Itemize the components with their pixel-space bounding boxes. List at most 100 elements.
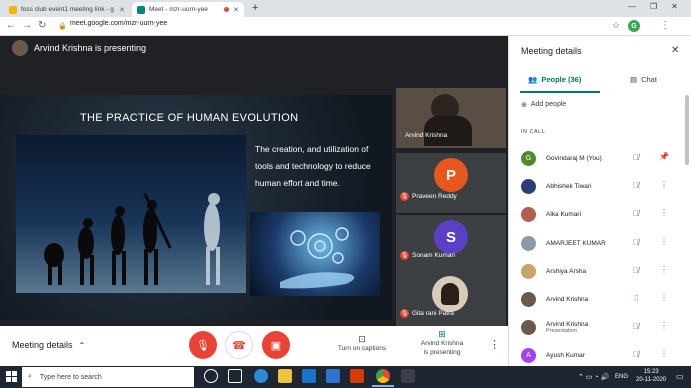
tile-name: 🎙 Sonam Kumari [400, 251, 455, 260]
store-icon[interactable] [302, 369, 316, 383]
mic-off-icon: 🎙 [196, 339, 210, 352]
search-icon: ⌕ [28, 373, 32, 380]
scrollbar[interactable] [685, 95, 689, 165]
captions-icon: ⊡ [358, 334, 366, 344]
mic-off-icon: 🎙̸ [633, 266, 639, 275]
mic-off-icon: 🎙̸ [633, 209, 639, 218]
lock-icon: 🔒 [58, 23, 67, 30]
hang-up-icon: ☎ [232, 339, 246, 352]
url-field[interactable]: meet.google.com/mzr-uurn-yee [70, 20, 167, 27]
mail-icon[interactable] [326, 369, 340, 383]
more-vert-icon[interactable]: ⋮ [660, 208, 668, 217]
close-panel-icon[interactable]: ✕ [671, 45, 679, 56]
language-indicator[interactable]: ENG [615, 374, 628, 380]
close-window-icon[interactable]: ✕ [671, 2, 678, 11]
participant-tile[interactable] [396, 274, 506, 334]
participant-tile[interactable]: P [396, 153, 506, 213]
minimize-icon[interactable]: — [628, 2, 636, 11]
avatar [521, 291, 536, 307]
tile-name: 🎙 Praveen Reddy [400, 192, 457, 201]
mic-toggle-button[interactable]: 🎙 [189, 331, 217, 359]
more-vert-icon[interactable]: ⋮ [660, 293, 668, 302]
add-person-icon: ⊕ [521, 102, 527, 109]
participant-video-body [424, 116, 472, 146]
file-explorer-icon[interactable] [278, 369, 292, 383]
mic-off-icon: 🎙̸ [633, 322, 639, 331]
taskbar-search-box[interactable]: ⌕ Type here to search [22, 367, 194, 387]
tab-chat[interactable]: ▤ Chat [630, 75, 657, 84]
reload-icon[interactable]: ↻ [38, 20, 46, 31]
people-icon: 👥 [528, 75, 538, 84]
list-item[interactable]: AMARJEET KUMAR [516, 230, 684, 256]
browser-tab-bar: foss club event1 meeting link - g ✕ Meet… [0, 0, 691, 17]
close-icon[interactable]: ✕ [233, 6, 239, 14]
tile-name: ⁞ Arvind Krishna [400, 132, 448, 139]
more-vert-icon[interactable]: ⋮ [660, 237, 668, 246]
task-view-icon[interactable] [228, 369, 242, 383]
presenting-banner: Arvind Krishna is presenting [12, 40, 146, 56]
address-bar: ← → ↻ 🔒 meet.google.com/mzr-uurn-yee ☆ G… [0, 17, 691, 36]
more-vert-icon[interactable]: ⋮ [660, 20, 670, 31]
section-label: IN CALL [521, 129, 546, 135]
new-tab-button[interactable]: + [252, 2, 258, 14]
meet-favicon-icon [137, 5, 145, 14]
cortana-icon[interactable] [204, 369, 218, 383]
windows-start-icon[interactable] [6, 371, 17, 382]
chrome-icon[interactable] [376, 369, 390, 383]
close-icon[interactable]: ✕ [119, 6, 125, 14]
participant-tile[interactable] [396, 88, 506, 148]
forward-icon[interactable]: → [22, 20, 32, 31]
active-app-indicator [372, 385, 394, 387]
back-icon[interactable]: ← [6, 20, 16, 31]
browser-tab-active[interactable]: Meet - mzr-uurn-yee ✕ [132, 2, 244, 17]
tile-name: 🎙 Gita rani Patra [400, 309, 454, 318]
more-vert-icon[interactable]: ⋮ [660, 180, 668, 189]
add-people-button[interactable]: ⊕ Add people [521, 101, 566, 109]
list-item[interactable]: A Ayush Kumar [516, 342, 684, 368]
captions-button[interactable]: ⊡ Turn on captions [334, 334, 390, 352]
tab-people[interactable]: 👥 People (36) [528, 75, 581, 84]
more-vert-icon[interactable]: ⋮ [660, 321, 668, 330]
slide-title: THE PRACTICE OF HUMAN EVOLUTION [80, 112, 299, 124]
more-vert-icon[interactable]: ⋮ [660, 349, 668, 358]
list-item[interactable]: Abhishek Tiwari [516, 173, 684, 199]
speaking-icon: ⁞⁞ [634, 294, 639, 303]
leave-call-button[interactable]: ☎ [225, 331, 253, 359]
list-item[interactable]: Arvind Krishna [516, 286, 684, 312]
star-icon[interactable]: ☆ [612, 20, 620, 31]
office-icon[interactable] [350, 369, 364, 383]
panel-title: Meeting details [521, 46, 582, 56]
list-item[interactable]: Alka Kumari [516, 201, 684, 227]
participant-tile[interactable]: S [396, 215, 506, 275]
chat-icon: ▤ [630, 75, 638, 84]
person-subtitle: Presentation [546, 327, 577, 334]
mic-off-icon: 🎙̸ [633, 153, 639, 162]
mic-off-icon: 🎙 [400, 192, 409, 201]
evolution-image [16, 135, 246, 293]
list-item[interactable]: Arshiya Arsha [516, 258, 684, 284]
camera-off-icon: ▣ [270, 339, 282, 352]
meeting-details-button[interactable]: Meeting details ⌃ [12, 340, 85, 350]
notification-icon[interactable]: ▭ [676, 372, 684, 381]
avatar [521, 206, 536, 222]
presenting-button[interactable]: ⊞ Arvind Krishna is presenting [412, 330, 472, 357]
more-vert-icon[interactable]: ⋮ [660, 265, 668, 274]
tab-title: foss club event1 meeting link - g [21, 6, 114, 13]
recording-dot-icon [224, 7, 230, 12]
profile-avatar[interactable]: G [628, 20, 640, 32]
clock[interactable]: 15:23 20-11-2020 [636, 368, 666, 384]
edge-icon[interactable] [254, 369, 268, 383]
avatar: A [521, 347, 536, 363]
docs-favicon-icon [9, 5, 17, 14]
mic-off-icon: 🎙̸ [633, 238, 639, 247]
camera-toggle-button[interactable]: ▣ [262, 331, 290, 359]
tray-icons[interactable]: ⌃ ▭ ◔ 🔊 [578, 373, 609, 381]
more-options-icon[interactable]: ⋮ [489, 338, 500, 351]
pin-icon[interactable]: 📌 [659, 152, 669, 161]
browser-tab[interactable]: foss club event1 meeting link - g ✕ [4, 2, 130, 17]
list-item[interactable]: Arvind Krishna Presentation [516, 314, 684, 340]
avatar [521, 319, 536, 335]
app-icon[interactable] [401, 369, 415, 383]
maximize-icon[interactable]: ❐ [650, 2, 657, 11]
tab-title: Meet - mzr-uurn-yee [149, 6, 208, 13]
